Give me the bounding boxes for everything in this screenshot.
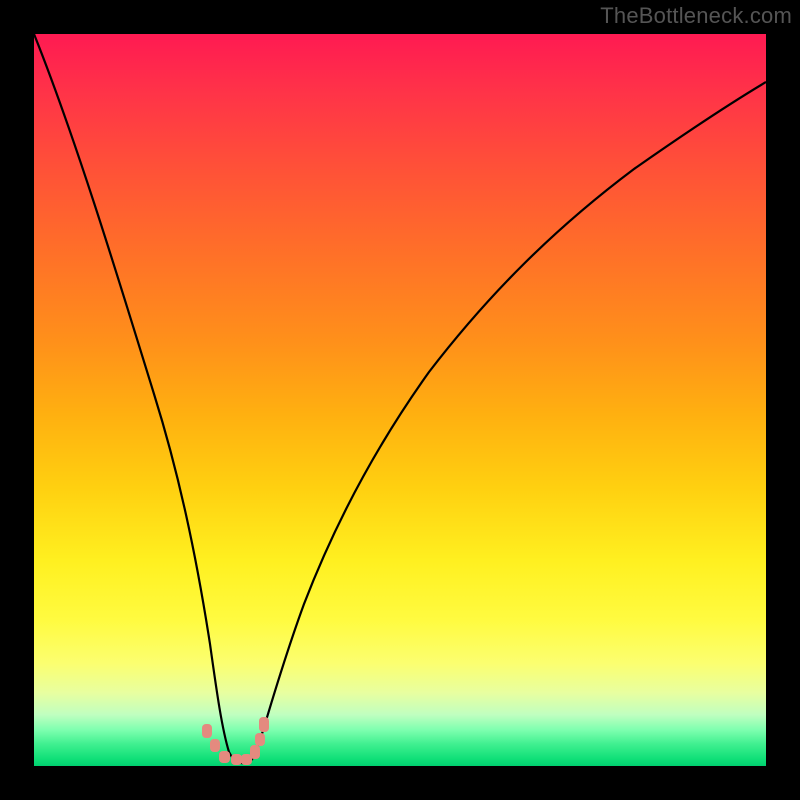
curve-marker xyxy=(259,717,269,732)
curve-marker xyxy=(202,724,212,738)
curve-marker xyxy=(250,745,260,759)
curve-marker xyxy=(210,739,220,752)
curve-marker xyxy=(231,754,242,765)
curve-path xyxy=(34,34,766,763)
watermark-text: TheBottleneck.com xyxy=(600,3,792,29)
curve-marker xyxy=(219,751,230,763)
bottleneck-curve xyxy=(34,34,766,766)
marker-group xyxy=(202,717,269,765)
curve-marker xyxy=(255,733,265,746)
chart-frame: TheBottleneck.com xyxy=(0,0,800,800)
plot-area xyxy=(34,34,766,766)
